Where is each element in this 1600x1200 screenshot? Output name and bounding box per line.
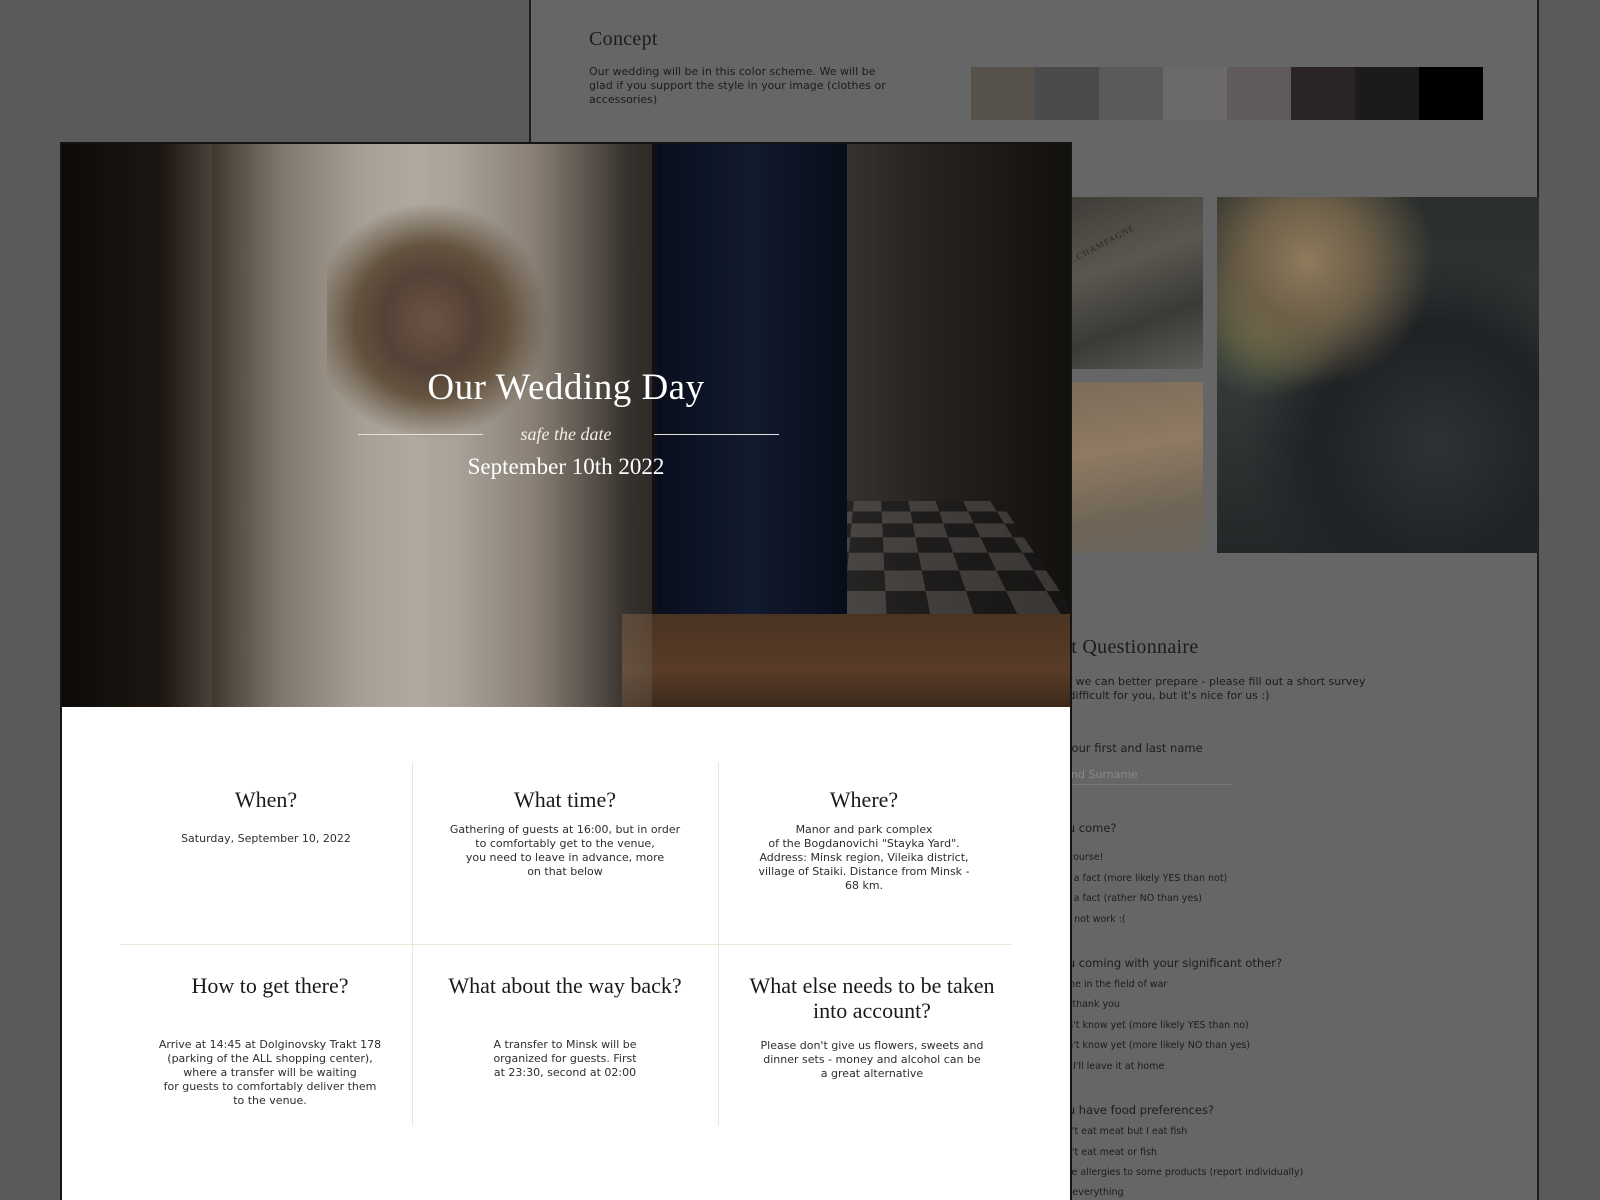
- partner-option[interactable]: Don't know yet (more likely YES than no): [1054, 1020, 1249, 1031]
- info-text: Gathering of guests at 16:00, but in ord…: [449, 823, 681, 878]
- color-swatch: [1419, 67, 1483, 120]
- info-title: Where?: [829, 787, 899, 812]
- info-directions: How to get there? Arrive at 14:45 at Dol…: [120, 973, 420, 1108]
- info-way-back: What about the way back? A transfer to M…: [412, 973, 718, 1080]
- info-text: Arrive at 14:45 at Dolginovsky Trakt 178…: [158, 1038, 382, 1107]
- info-text: Please don't give us flowers, sweets and…: [760, 1039, 984, 1080]
- food-option[interactable]: don't eat meat but I eat fish: [1054, 1126, 1187, 1137]
- info-title: What else needs to be taken into account…: [749, 973, 995, 1023]
- color-swatch: [971, 67, 1035, 120]
- color-swatch: [1291, 67, 1355, 120]
- color-swatch: [1099, 67, 1163, 120]
- info-where: Where? Manor and park complex of the Bog…: [718, 787, 1010, 893]
- concept-text: Our wedding will be in this color scheme…: [589, 65, 886, 106]
- questionnaire-intro: hat we can better prepare - please fill …: [1054, 675, 1366, 702]
- concept-title: Concept: [589, 28, 658, 50]
- color-swatch: [1355, 67, 1419, 120]
- info-text: Saturday, September 10, 2022: [181, 832, 351, 845]
- grid-divider: [120, 944, 1012, 945]
- name-field[interactable]: e and Surname: [1054, 766, 1232, 785]
- hero-photo: Our Wedding Day safe the date September …: [62, 144, 1070, 707]
- partner-option[interactable]: Don't know yet (more likely NO than yes): [1054, 1040, 1250, 1051]
- info-text: A transfer to Minsk will be organized fo…: [493, 1038, 637, 1079]
- name-question-label: e your first and last name: [1054, 741, 1203, 755]
- partner-question-label: you coming with your significant other?: [1054, 956, 1283, 970]
- color-swatch: [1035, 67, 1099, 120]
- divider-right: [654, 434, 779, 435]
- champagne-photo: CHAMPAGNE: [1053, 197, 1203, 369]
- info-title: What time?: [513, 787, 616, 812]
- info-when: When? Saturday, September 10, 2022: [120, 787, 412, 846]
- attendance-option[interactable]: Not a fact (more likely YES than not): [1054, 873, 1227, 884]
- table-setting-photo: [1217, 197, 1539, 553]
- info-time: What time? Gathering of guests at 16:00,…: [412, 787, 718, 879]
- info-title: What about the way back?: [448, 973, 682, 998]
- info-notes: What else needs to be taken into account…: [732, 973, 1012, 1081]
- champagne-label: CHAMPAGNE: [1074, 222, 1137, 262]
- color-palette: [971, 67, 1483, 120]
- hero-date: September 10th 2022: [467, 454, 665, 479]
- info-title: How to get there?: [191, 973, 349, 998]
- hero-subtitle: safe the date: [520, 424, 612, 444]
- info-text: Manor and park complex of the Bogdanovic…: [758, 823, 970, 892]
- food-question-label: you have food preferences?: [1054, 1103, 1215, 1117]
- color-swatch: [1227, 67, 1291, 120]
- info-title: When?: [234, 787, 298, 812]
- questionnaire-title: est Questionnaire: [1054, 636, 1199, 658]
- attendance-option[interactable]: Not a fact (rather NO than yes): [1054, 893, 1202, 904]
- color-swatch: [1163, 67, 1227, 120]
- invitation-card: Our Wedding Day safe the date September …: [60, 142, 1072, 1200]
- hero-title: Our Wedding Day: [427, 367, 705, 408]
- food-option[interactable]: have allergies to some products (report …: [1054, 1167, 1303, 1178]
- decor-photo: [1053, 382, 1203, 553]
